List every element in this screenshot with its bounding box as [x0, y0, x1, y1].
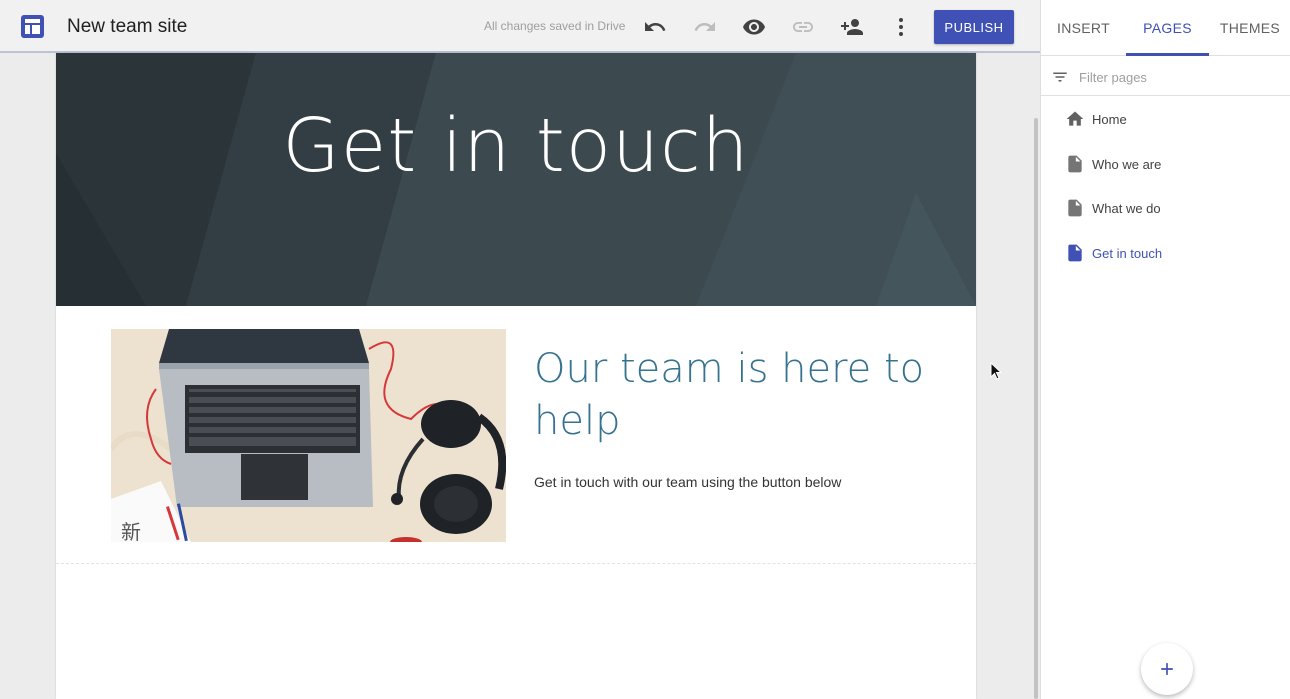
- page-item-label: Home: [1092, 112, 1127, 127]
- section-divider: [56, 563, 976, 564]
- share-add-person-icon[interactable]: [840, 15, 864, 39]
- section-body-text[interactable]: Get in touch with our team using the but…: [534, 474, 841, 490]
- link-icon[interactable]: [791, 15, 815, 39]
- mouse-cursor-icon: [990, 361, 1004, 387]
- page-item-label: Who we are: [1092, 157, 1162, 172]
- section-headline[interactable]: Our team is here to help: [534, 343, 934, 447]
- page-item-label: Get in touch: [1092, 246, 1163, 261]
- filter-list-icon: [1051, 68, 1069, 91]
- page-item-label: What we do: [1092, 201, 1161, 216]
- desk-photo-image[interactable]: 新: [111, 329, 506, 542]
- tab-insert[interactable]: INSERT: [1041, 0, 1126, 56]
- hero-banner[interactable]: Get in touch: [56, 53, 976, 306]
- filter-pages-input[interactable]: [1079, 67, 1279, 87]
- undo-icon[interactable]: [643, 15, 667, 39]
- panel-tabs: INSERT PAGES THEMES: [1041, 0, 1290, 56]
- page-item-get-in-touch[interactable]: Get in touch: [1041, 234, 1290, 274]
- tab-themes[interactable]: THEMES: [1209, 0, 1290, 56]
- home-icon: [1065, 109, 1085, 129]
- page-icon: [1065, 198, 1085, 218]
- paper-glyph: 新: [121, 520, 141, 542]
- page-canvas: Get in touch 新 Our team is here to help …: [56, 53, 976, 699]
- more-vert-icon[interactable]: [889, 15, 913, 39]
- page-item-home[interactable]: Home: [1041, 100, 1290, 140]
- save-status: All changes saved in Drive: [484, 19, 626, 33]
- page-item-what-we-do[interactable]: What we do: [1041, 189, 1290, 229]
- page-icon: [1065, 154, 1085, 174]
- right-side-panel: INSERT PAGES THEMES Home Who we are What…: [1040, 0, 1290, 699]
- top-toolbar: New team site All changes saved in Drive…: [0, 0, 1040, 53]
- sites-logo-icon[interactable]: [20, 14, 45, 39]
- tab-pages[interactable]: PAGES: [1126, 0, 1209, 56]
- page-icon: [1065, 243, 1085, 263]
- filter-pages-bar: [1041, 57, 1290, 96]
- add-icon: [1161, 663, 1173, 675]
- hero-title[interactable]: Get in touch: [56, 103, 976, 189]
- active-tab-indicator: [1126, 53, 1209, 56]
- publish-button[interactable]: PUBLISH: [934, 10, 1014, 44]
- add-page-button[interactable]: [1141, 643, 1193, 695]
- redo-icon[interactable]: [693, 15, 717, 39]
- preview-eye-icon[interactable]: [742, 15, 766, 39]
- site-title[interactable]: New team site: [67, 16, 187, 38]
- page-item-who-we-are[interactable]: Who we are: [1041, 145, 1290, 185]
- canvas-scrollbar-thumb[interactable]: [1034, 118, 1038, 699]
